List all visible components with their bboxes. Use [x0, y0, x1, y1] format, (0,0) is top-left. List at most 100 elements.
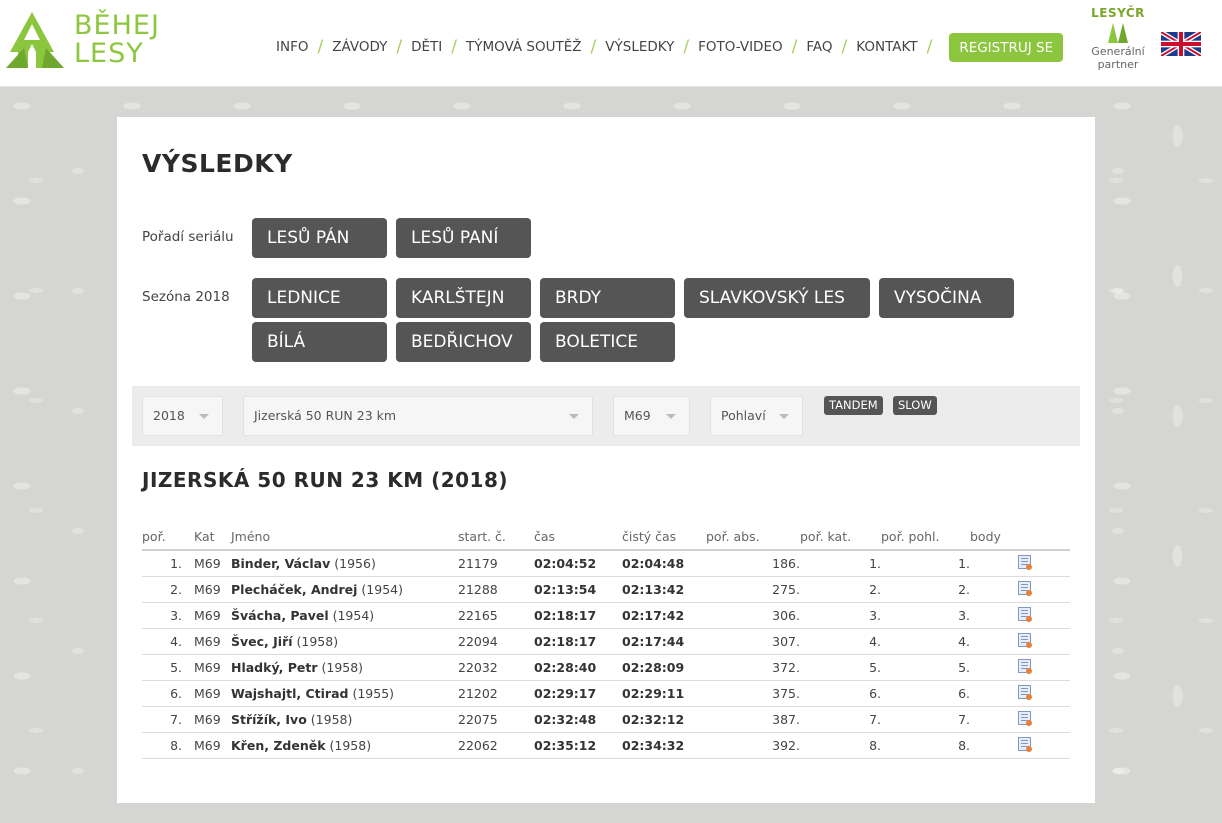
table-row: 4. M69 Švec, Jiří (1958) 22094 02:18:17 02:17… [142, 628, 1070, 655]
cell-time: 02:32:48 [534, 706, 622, 733]
cell-rank-cat: 4. [800, 628, 881, 655]
runner-name-link[interactable]: Wajshajtl, Ctirad [231, 686, 348, 701]
column-header-start-cislo[interactable]: start. č. [458, 524, 534, 551]
nav-separator: / [590, 37, 597, 57]
nav-item-deti[interactable]: DĚTI [411, 39, 442, 55]
cell-net-time: 02:28:09 [622, 654, 706, 681]
column-header-body[interactable]: body [970, 524, 1035, 551]
series-button-lesu-pan[interactable]: LESŮ PÁN [252, 218, 387, 258]
cell-rank-abs: 186. [706, 550, 800, 577]
logo-line-2: LESY [74, 38, 144, 69]
column-header-por-kat[interactable]: poř. kat. [800, 524, 881, 551]
cell-rank-abs: 392. [706, 732, 800, 759]
uk-flag-icon[interactable] [1161, 32, 1201, 56]
cell-diploma [1005, 550, 1070, 577]
column-header-por-pohl[interactable]: poř. pohl. [881, 524, 970, 551]
cell-category: M69 [194, 628, 231, 655]
diploma-icon[interactable] [1018, 710, 1032, 726]
cell-rank-abs: 372. [706, 654, 800, 681]
diploma-icon[interactable] [1018, 632, 1032, 648]
tandem-button[interactable]: TANDEM [824, 396, 883, 415]
cell-start-number: 21202 [458, 680, 534, 707]
nav-item-zavody[interactable]: ZÁVODY [332, 39, 387, 55]
diploma-icon[interactable] [1018, 580, 1032, 596]
column-header-cas[interactable]: čas [534, 524, 622, 551]
cell-rank-gender: 4. [881, 628, 970, 655]
gender-select-placeholder: Pohlaví [721, 408, 766, 423]
results-card: VÝSLEDKY Pořadí seriálu LESŮ PÁN LESŮ PA… [117, 117, 1095, 803]
diploma-icon[interactable] [1018, 554, 1032, 570]
birth-year: (1956) [334, 555, 376, 571]
season-button-karlstejn[interactable]: KARLŠTEJN [396, 278, 531, 318]
season-button-slavkovsky-les[interactable]: SLAVKOVSKÝ LES [684, 278, 870, 318]
diploma-icon[interactable] [1018, 658, 1032, 674]
cell-diploma [1005, 628, 1070, 655]
cell-start-number: 22062 [458, 732, 534, 759]
register-button[interactable]: REGISTRUJ SE [949, 32, 1064, 62]
runner-name-link[interactable]: Hladký, Petr [231, 660, 318, 675]
column-header-por-abs[interactable]: poř. abs. [706, 524, 800, 551]
cell-name: Hladký, Petr (1958) [231, 654, 458, 681]
nav-separator: / [926, 37, 933, 57]
season-button-vysocina[interactable]: VYSOČINA [879, 278, 1014, 318]
nav-item-foto-video[interactable]: FOTO-VIDEO [698, 39, 783, 55]
main-nav: INFO / ZÁVODY / DĚTI / TÝMOVÁ SOUTĚŽ / V… [276, 32, 1064, 62]
birth-year: (1958) [310, 711, 353, 727]
year-select[interactable]: 2018 [142, 396, 223, 436]
cell-start-number: 22032 [458, 654, 534, 681]
season-button-boletice[interactable]: BOLETICE [540, 322, 675, 362]
column-header-por[interactable]: poř. [142, 524, 182, 551]
nav-item-vysledky[interactable]: VÝSLEDKY [605, 39, 674, 55]
results-title: JIZERSKÁ 50 RUN 23 KM (2018) [142, 468, 509, 492]
cell-rank-gender: 3. [881, 602, 970, 629]
general-partner-logo[interactable]: LESYČR Generální partner [1086, 6, 1150, 71]
cell-category: M69 [194, 732, 231, 759]
chevron-down-icon [666, 414, 676, 419]
column-header-kat[interactable]: Kat [194, 524, 231, 551]
birth-year: (1954) [361, 581, 403, 597]
cell-net-time: 02:13:42 [622, 576, 706, 603]
site-logo[interactable]: BĚHEJ LESY [6, 12, 166, 70]
nav-item-info[interactable]: INFO [276, 39, 308, 55]
season-button-bedrichov[interactable]: BEDŘICHOV [396, 322, 531, 362]
cell-diploma [1005, 706, 1070, 733]
year-select-value: 2018 [153, 408, 185, 423]
runner-name-link[interactable]: Švec, Jiří [231, 634, 293, 649]
race-select[interactable]: Jizerská 50 RUN 23 km [243, 396, 593, 436]
cell-rank-gender: 7. [881, 706, 970, 733]
cell-rank-abs: 306. [706, 602, 800, 629]
column-header-jmeno[interactable]: Jméno [231, 524, 458, 551]
runner-name-link[interactable]: Plecháček, Andrej [231, 582, 357, 597]
cell-diploma [1005, 680, 1070, 707]
table-row: 5. M69 Hladký, Petr (1958) 22032 02:28:40 02:… [142, 654, 1070, 681]
nav-item-faq[interactable]: FAQ [806, 39, 832, 55]
column-header-cisty-cas[interactable]: čistý čas [622, 524, 706, 551]
runner-name-link[interactable]: Křen, Zdeněk [231, 738, 326, 753]
race-select-value: Jizerská 50 RUN 23 km [254, 408, 397, 423]
category-select[interactable]: M69 [613, 396, 690, 436]
nav-item-tymova-soutez[interactable]: TÝMOVÁ SOUTĚŽ [466, 39, 582, 55]
gender-select[interactable]: Pohlaví [710, 396, 803, 436]
runner-name-link[interactable]: Švácha, Pavel [231, 608, 329, 623]
series-button-lesu-pani[interactable]: LESŮ PANÍ [396, 218, 531, 258]
table-row: 2. M69 Plecháček, Andrej (1954) 21288 02:13:… [142, 576, 1070, 603]
season-button-bila[interactable]: BÍLÁ [252, 322, 387, 362]
slow-button[interactable]: SLOW [893, 396, 937, 415]
results-header-row: poř. Kat Jméno start. č. čas čistý čas p… [142, 524, 1070, 551]
season-button-lednice[interactable]: LEDNICE [252, 278, 387, 318]
runner-name-link[interactable]: Střížík, Ivo [231, 712, 307, 727]
cell-net-time: 02:32:12 [622, 706, 706, 733]
cell-position: 8. [142, 732, 182, 759]
cell-category: M69 [194, 550, 231, 577]
nav-separator: / [451, 37, 457, 57]
table-row: 8. M69 Křen, Zdeněk (1958) 22062 02:35:12 02:… [142, 732, 1070, 759]
season-button-brdy[interactable]: BRDY [540, 278, 675, 318]
diploma-icon[interactable] [1018, 606, 1032, 622]
runner-name-link[interactable]: Binder, Václav [231, 556, 330, 571]
cell-rank-gender: 1. [881, 550, 970, 577]
lesy-cr-trees-icon [1108, 23, 1128, 43]
runner-arrow-logo-icon [6, 12, 64, 68]
diploma-icon[interactable] [1018, 684, 1032, 700]
nav-item-kontakt[interactable]: KONTAKT [856, 39, 917, 55]
diploma-icon[interactable] [1018, 736, 1032, 752]
